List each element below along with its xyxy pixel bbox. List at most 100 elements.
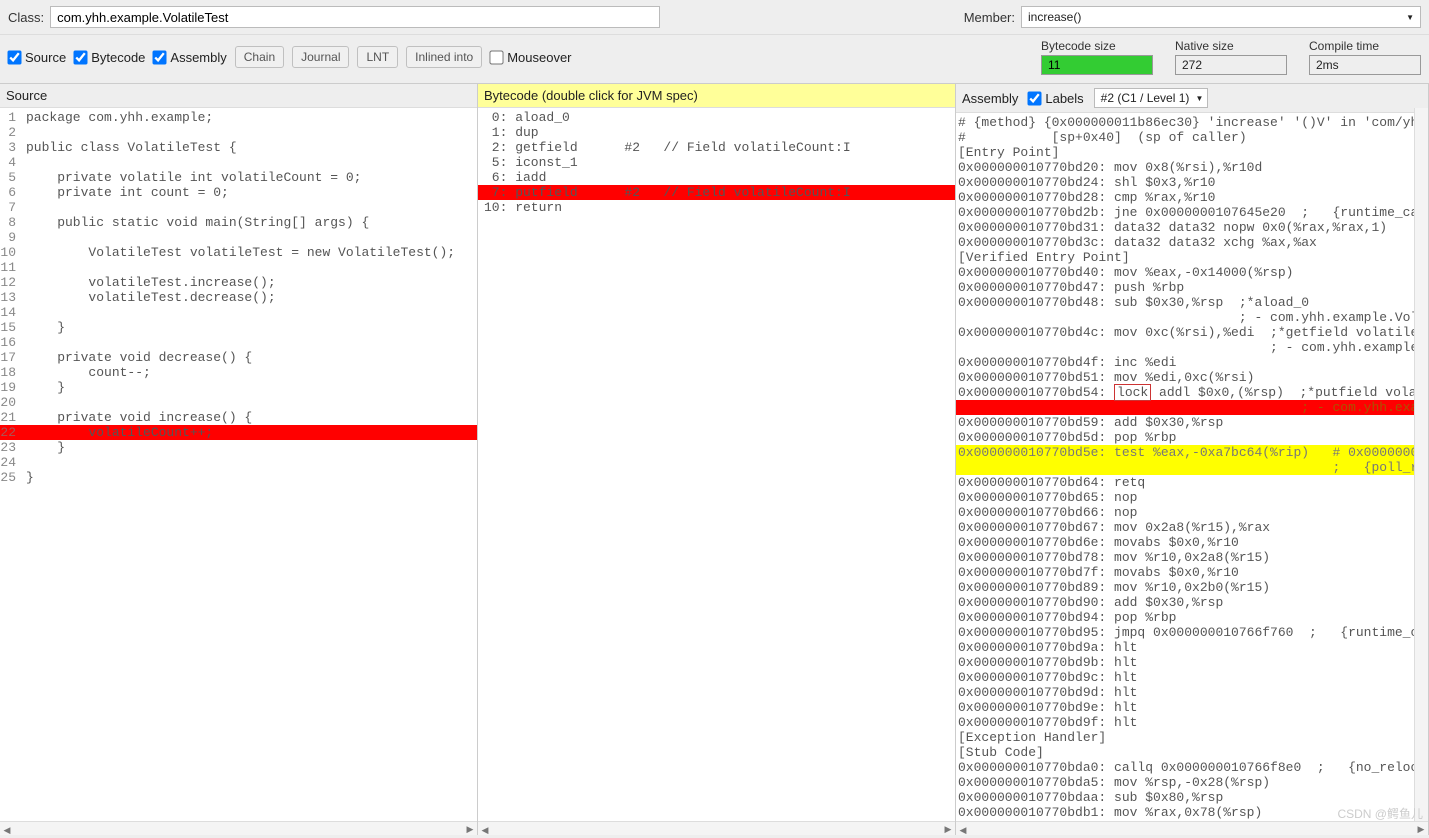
assembly-line[interactable]: 0x000000010770bd9c: hlt bbox=[956, 670, 1428, 685]
bytecode-header: Bytecode (double click for JVM spec) bbox=[478, 84, 955, 108]
source-line[interactable]: 2 bbox=[0, 125, 477, 140]
assembly-line[interactable]: 0x000000010770bd4c: mov 0xc(%rsi),%edi ;… bbox=[956, 325, 1428, 340]
assembly-line[interactable]: [Stub Code] bbox=[956, 745, 1428, 760]
bytecode-line[interactable]: 7: putfield #2 // Field volatileCount:I bbox=[478, 185, 955, 200]
journal-button[interactable]: Journal bbox=[292, 46, 349, 68]
source-line[interactable]: 25} bbox=[0, 470, 477, 485]
assembly-line[interactable]: 0x000000010770bd9e: hlt bbox=[956, 700, 1428, 715]
assembly-line[interactable]: [Entry Point] bbox=[956, 145, 1428, 160]
assembly-line[interactable]: 0x000000010770bd4f: inc %edi bbox=[956, 355, 1428, 370]
bytecode-hscroll[interactable]: ◀▶ bbox=[478, 821, 955, 835]
assembly-line[interactable]: 0x000000010770bda5: mov %rsp,-0x28(%rsp) bbox=[956, 775, 1428, 790]
source-line[interactable]: 8 public static void main(String[] args)… bbox=[0, 215, 477, 230]
assembly-line[interactable]: 0x000000010770bd48: sub $0x30,%rsp ;*alo… bbox=[956, 295, 1428, 310]
assembly-line[interactable]: 0x000000010770bd89: mov %r10,0x2b0(%r15) bbox=[956, 580, 1428, 595]
assembly-line[interactable]: 0x000000010770bd47: push %rbp bbox=[956, 280, 1428, 295]
bytecode-body[interactable]: 0: aload_0 1: dup 2: getfield #2 // Fiel… bbox=[478, 108, 955, 835]
mouseover-checkbox[interactable]: Mouseover bbox=[490, 50, 571, 65]
assembly-checkbox[interactable]: Assembly bbox=[153, 50, 226, 65]
assembly-vscroll[interactable] bbox=[1414, 108, 1428, 821]
source-body[interactable]: 1package com.yhh.example;23public class … bbox=[0, 108, 477, 835]
assembly-line[interactable]: # [sp+0x40] (sp of caller) bbox=[956, 130, 1428, 145]
source-line[interactable]: 21 private void increase() { bbox=[0, 410, 477, 425]
assembly-line[interactable]: 0x000000010770bd54: lock addl $0x0,(%rsp… bbox=[956, 385, 1428, 400]
source-line[interactable]: 4 bbox=[0, 155, 477, 170]
assembly-line[interactable]: 0x000000010770bd6e: movabs $0x0,%r10 bbox=[956, 535, 1428, 550]
assembly-line[interactable]: 0x000000010770bd90: add $0x30,%rsp bbox=[956, 595, 1428, 610]
assembly-line[interactable]: ; - com.yhh.example.Volatile bbox=[956, 310, 1428, 325]
bytecode-line[interactable]: 5: iconst_1 bbox=[478, 155, 955, 170]
assembly-line[interactable]: 0x000000010770bd65: nop bbox=[956, 490, 1428, 505]
compile-time-value: 2ms bbox=[1309, 55, 1421, 75]
source-line[interactable]: 24 bbox=[0, 455, 477, 470]
assembly-line[interactable]: 0x000000010770bd9a: hlt bbox=[956, 640, 1428, 655]
source-line[interactable]: 6 private int count = 0; bbox=[0, 185, 477, 200]
source-line[interactable]: 20 bbox=[0, 395, 477, 410]
assembly-line[interactable]: 0x000000010770bd2b: jne 0x0000000107645e… bbox=[956, 205, 1428, 220]
assembly-line[interactable]: 0x000000010770bd7f: movabs $0x0,%r10 bbox=[956, 565, 1428, 580]
assembly-line[interactable]: 0x000000010770bd51: mov %edi,0xc(%rsi) bbox=[956, 370, 1428, 385]
assembly-line[interactable]: 0x000000010770bd5e: test %eax,-0xa7bc64(… bbox=[956, 445, 1428, 460]
assembly-line[interactable]: 0x000000010770bd78: mov %r10,0x2a8(%r15) bbox=[956, 550, 1428, 565]
source-line[interactable]: 17 private void decrease() { bbox=[0, 350, 477, 365]
assembly-line[interactable]: ; - com.yhh.example. bbox=[956, 400, 1428, 415]
source-line[interactable]: 19 } bbox=[0, 380, 477, 395]
assembly-line[interactable]: 0x000000010770bd64: retq bbox=[956, 475, 1428, 490]
source-line[interactable]: 9 bbox=[0, 230, 477, 245]
compile-level-select[interactable]: #2 (C1 / Level 1) bbox=[1094, 88, 1209, 108]
lnt-button[interactable]: LNT bbox=[357, 46, 398, 68]
assembly-hscroll[interactable]: ◀▶ bbox=[956, 821, 1428, 835]
source-line[interactable]: 10 VolatileTest volatileTest = new Volat… bbox=[0, 245, 477, 260]
bytecode-line[interactable]: 1: dup bbox=[478, 125, 955, 140]
bytecode-line[interactable]: 6: iadd bbox=[478, 170, 955, 185]
labels-checkbox[interactable]: Labels bbox=[1028, 91, 1083, 106]
source-line[interactable]: 14 bbox=[0, 305, 477, 320]
source-line[interactable]: 11 bbox=[0, 260, 477, 275]
assembly-line[interactable]: 0x000000010770bd66: nop bbox=[956, 505, 1428, 520]
assembly-line[interactable]: 0x000000010770bd9d: hlt bbox=[956, 685, 1428, 700]
source-line[interactable]: 3public class VolatileTest { bbox=[0, 140, 477, 155]
assembly-line[interactable]: 0x000000010770bd5d: pop %rbp bbox=[956, 430, 1428, 445]
bytecode-line[interactable]: 0: aload_0 bbox=[478, 110, 955, 125]
source-line[interactable]: 5 private volatile int volatileCount = 0… bbox=[0, 170, 477, 185]
assembly-line[interactable]: 0x000000010770bd59: add $0x30,%rsp bbox=[956, 415, 1428, 430]
member-select[interactable]: increase() bbox=[1021, 6, 1421, 28]
assembly-line[interactable]: [Exception Handler] bbox=[956, 730, 1428, 745]
assembly-line[interactable]: 0x000000010770bd24: shl $0x3,%r10 bbox=[956, 175, 1428, 190]
source-line[interactable]: 13 volatileTest.decrease(); bbox=[0, 290, 477, 305]
assembly-line[interactable]: 0x000000010770bd28: cmp %rax,%r10 bbox=[956, 190, 1428, 205]
assembly-line[interactable]: 0x000000010770bd67: mov 0x2a8(%r15),%rax bbox=[956, 520, 1428, 535]
assembly-line[interactable]: 0x000000010770bd20: mov 0x8(%rsi),%r10d bbox=[956, 160, 1428, 175]
assembly-line[interactable]: 0x000000010770bd9f: hlt bbox=[956, 715, 1428, 730]
class-input[interactable] bbox=[50, 6, 660, 28]
source-line[interactable]: 1package com.yhh.example; bbox=[0, 110, 477, 125]
bytecode-checkbox[interactable]: Bytecode bbox=[74, 50, 145, 65]
bytecode-column: Bytecode (double click for JVM spec) 0: … bbox=[478, 84, 956, 835]
source-line[interactable]: 7 bbox=[0, 200, 477, 215]
bytecode-line[interactable]: 2: getfield #2 // Field volatileCount:I bbox=[478, 140, 955, 155]
source-line[interactable]: 16 bbox=[0, 335, 477, 350]
assembly-body[interactable]: # {method} {0x000000011b86ec30} 'increas… bbox=[956, 113, 1428, 835]
source-checkbox[interactable]: Source bbox=[8, 50, 66, 65]
chain-button[interactable]: Chain bbox=[235, 46, 284, 68]
source-line[interactable]: 15 } bbox=[0, 320, 477, 335]
assembly-line[interactable]: 0x000000010770bd9b: hlt bbox=[956, 655, 1428, 670]
inlined-into-button[interactable]: Inlined into bbox=[406, 46, 482, 68]
assembly-line[interactable]: 0x000000010770bda0: callq 0x000000010766… bbox=[956, 760, 1428, 775]
source-hscroll[interactable]: ◀▶ bbox=[0, 821, 477, 835]
source-line[interactable]: 23 } bbox=[0, 440, 477, 455]
assembly-line[interactable]: 0x000000010770bd3c: data32 data32 xchg %… bbox=[956, 235, 1428, 250]
bytecode-line[interactable]: 10: return bbox=[478, 200, 955, 215]
assembly-line[interactable]: ; {poll_return} bbox=[956, 460, 1428, 475]
assembly-line[interactable]: [Verified Entry Point] bbox=[956, 250, 1428, 265]
source-line[interactable]: 22 volatileCount++; bbox=[0, 425, 477, 440]
source-line[interactable]: 12 volatileTest.increase(); bbox=[0, 275, 477, 290]
source-line[interactable]: 18 count--; bbox=[0, 365, 477, 380]
assembly-line[interactable]: 0x000000010770bd31: data32 data32 nopw 0… bbox=[956, 220, 1428, 235]
assembly-line[interactable]: # {method} {0x000000011b86ec30} 'increas… bbox=[956, 115, 1428, 130]
assembly-line[interactable]: 0x000000010770bd40: mov %eax,-0x14000(%r… bbox=[956, 265, 1428, 280]
assembly-line[interactable]: 0x000000010770bdaa: sub $0x80,%rsp bbox=[956, 790, 1428, 805]
assembly-line[interactable]: 0x000000010770bd95: jmpq 0x000000010766f… bbox=[956, 625, 1428, 640]
assembly-line[interactable]: 0x000000010770bd94: pop %rbp bbox=[956, 610, 1428, 625]
assembly-line[interactable]: ; - com.yhh.example.Vola bbox=[956, 340, 1428, 355]
